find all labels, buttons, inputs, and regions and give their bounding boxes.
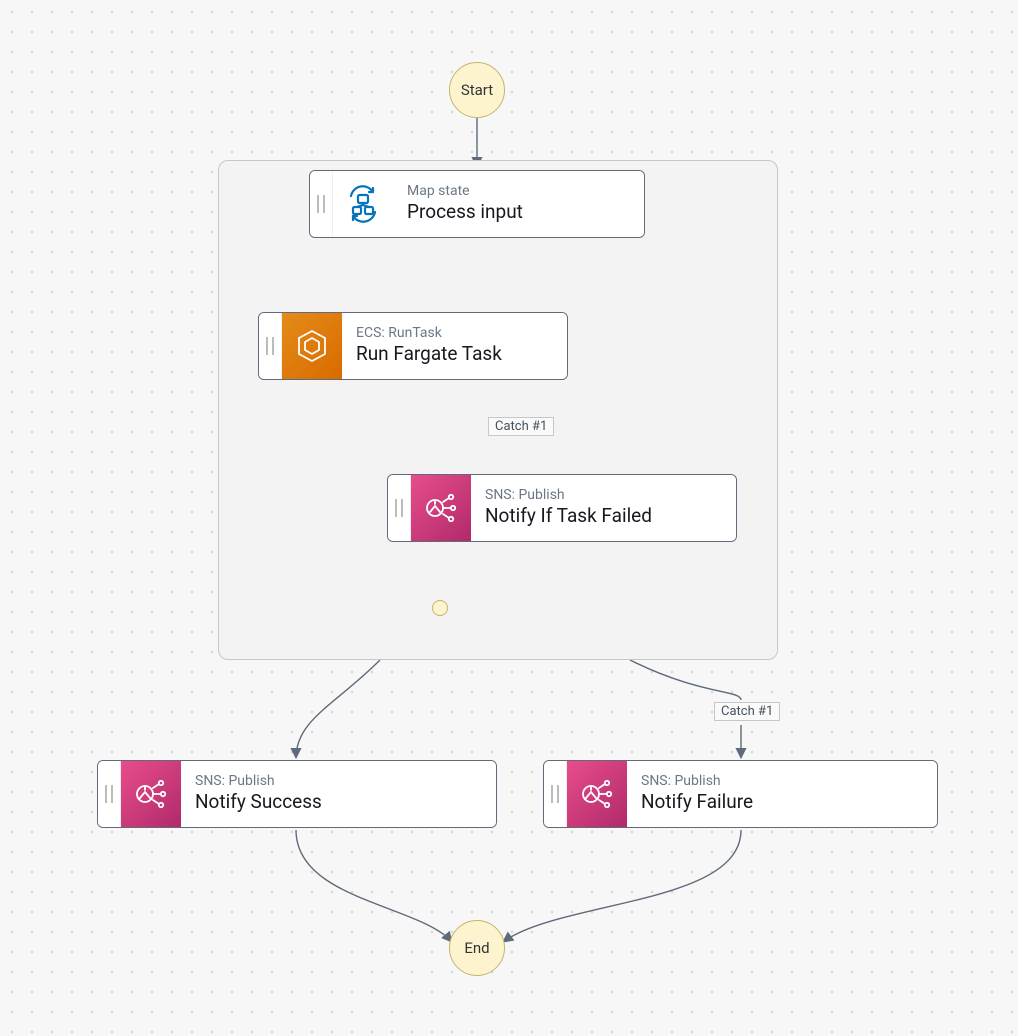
sns-icon xyxy=(121,761,181,827)
notify-failed-text: SNS: Publish Notify If Task Failed xyxy=(471,475,736,541)
workflow-canvas[interactable]: Start Map state xyxy=(0,0,1018,1036)
notify-success-node[interactable]: SNS: Publish Notify Success xyxy=(97,760,497,828)
notify-failed-title: Notify If Task Failed xyxy=(485,504,722,529)
notify-if-task-failed-node[interactable]: SNS: Publish Notify If Task Failed xyxy=(387,474,737,542)
notify-failed-subtitle: SNS: Publish xyxy=(485,487,722,504)
end-label: End xyxy=(464,939,489,957)
map-icon xyxy=(333,171,393,237)
merge-point xyxy=(432,600,448,616)
map-state-node[interactable]: Map state Process input xyxy=(309,170,645,238)
drag-handle[interactable] xyxy=(98,761,121,827)
notify-failure-node[interactable]: SNS: Publish Notify Failure xyxy=(543,760,938,828)
fargate-title: Run Fargate Task xyxy=(356,342,553,367)
drag-handle[interactable] xyxy=(310,171,333,237)
sns-icon xyxy=(567,761,627,827)
ecs-icon xyxy=(282,313,342,379)
fargate-text: ECS: RunTask Run Fargate Task xyxy=(342,313,567,379)
notify-success-text: SNS: Publish Notify Success xyxy=(181,761,496,827)
map-title: Process input xyxy=(407,200,630,225)
notify-success-title: Notify Success xyxy=(195,790,482,815)
map-subtitle: Map state xyxy=(407,183,630,200)
drag-handle[interactable] xyxy=(259,313,282,379)
map-text: Map state Process input xyxy=(393,171,644,237)
run-fargate-task-node[interactable]: ECS: RunTask Run Fargate Task xyxy=(258,312,568,380)
drag-handle[interactable] xyxy=(544,761,567,827)
start-node[interactable]: Start xyxy=(449,62,505,118)
end-node[interactable]: End xyxy=(449,920,505,976)
drag-handle[interactable] xyxy=(388,475,411,541)
notify-failure-text: SNS: Publish Notify Failure xyxy=(627,761,937,827)
catch-label-outer: Catch #1 xyxy=(714,702,780,721)
notify-success-subtitle: SNS: Publish xyxy=(195,773,482,790)
sns-icon xyxy=(411,475,471,541)
start-label: Start xyxy=(461,81,493,99)
notify-failure-subtitle: SNS: Publish xyxy=(641,773,923,790)
catch-label-inner: Catch #1 xyxy=(488,417,554,436)
fargate-subtitle: ECS: RunTask xyxy=(356,325,553,342)
notify-failure-title: Notify Failure xyxy=(641,790,923,815)
